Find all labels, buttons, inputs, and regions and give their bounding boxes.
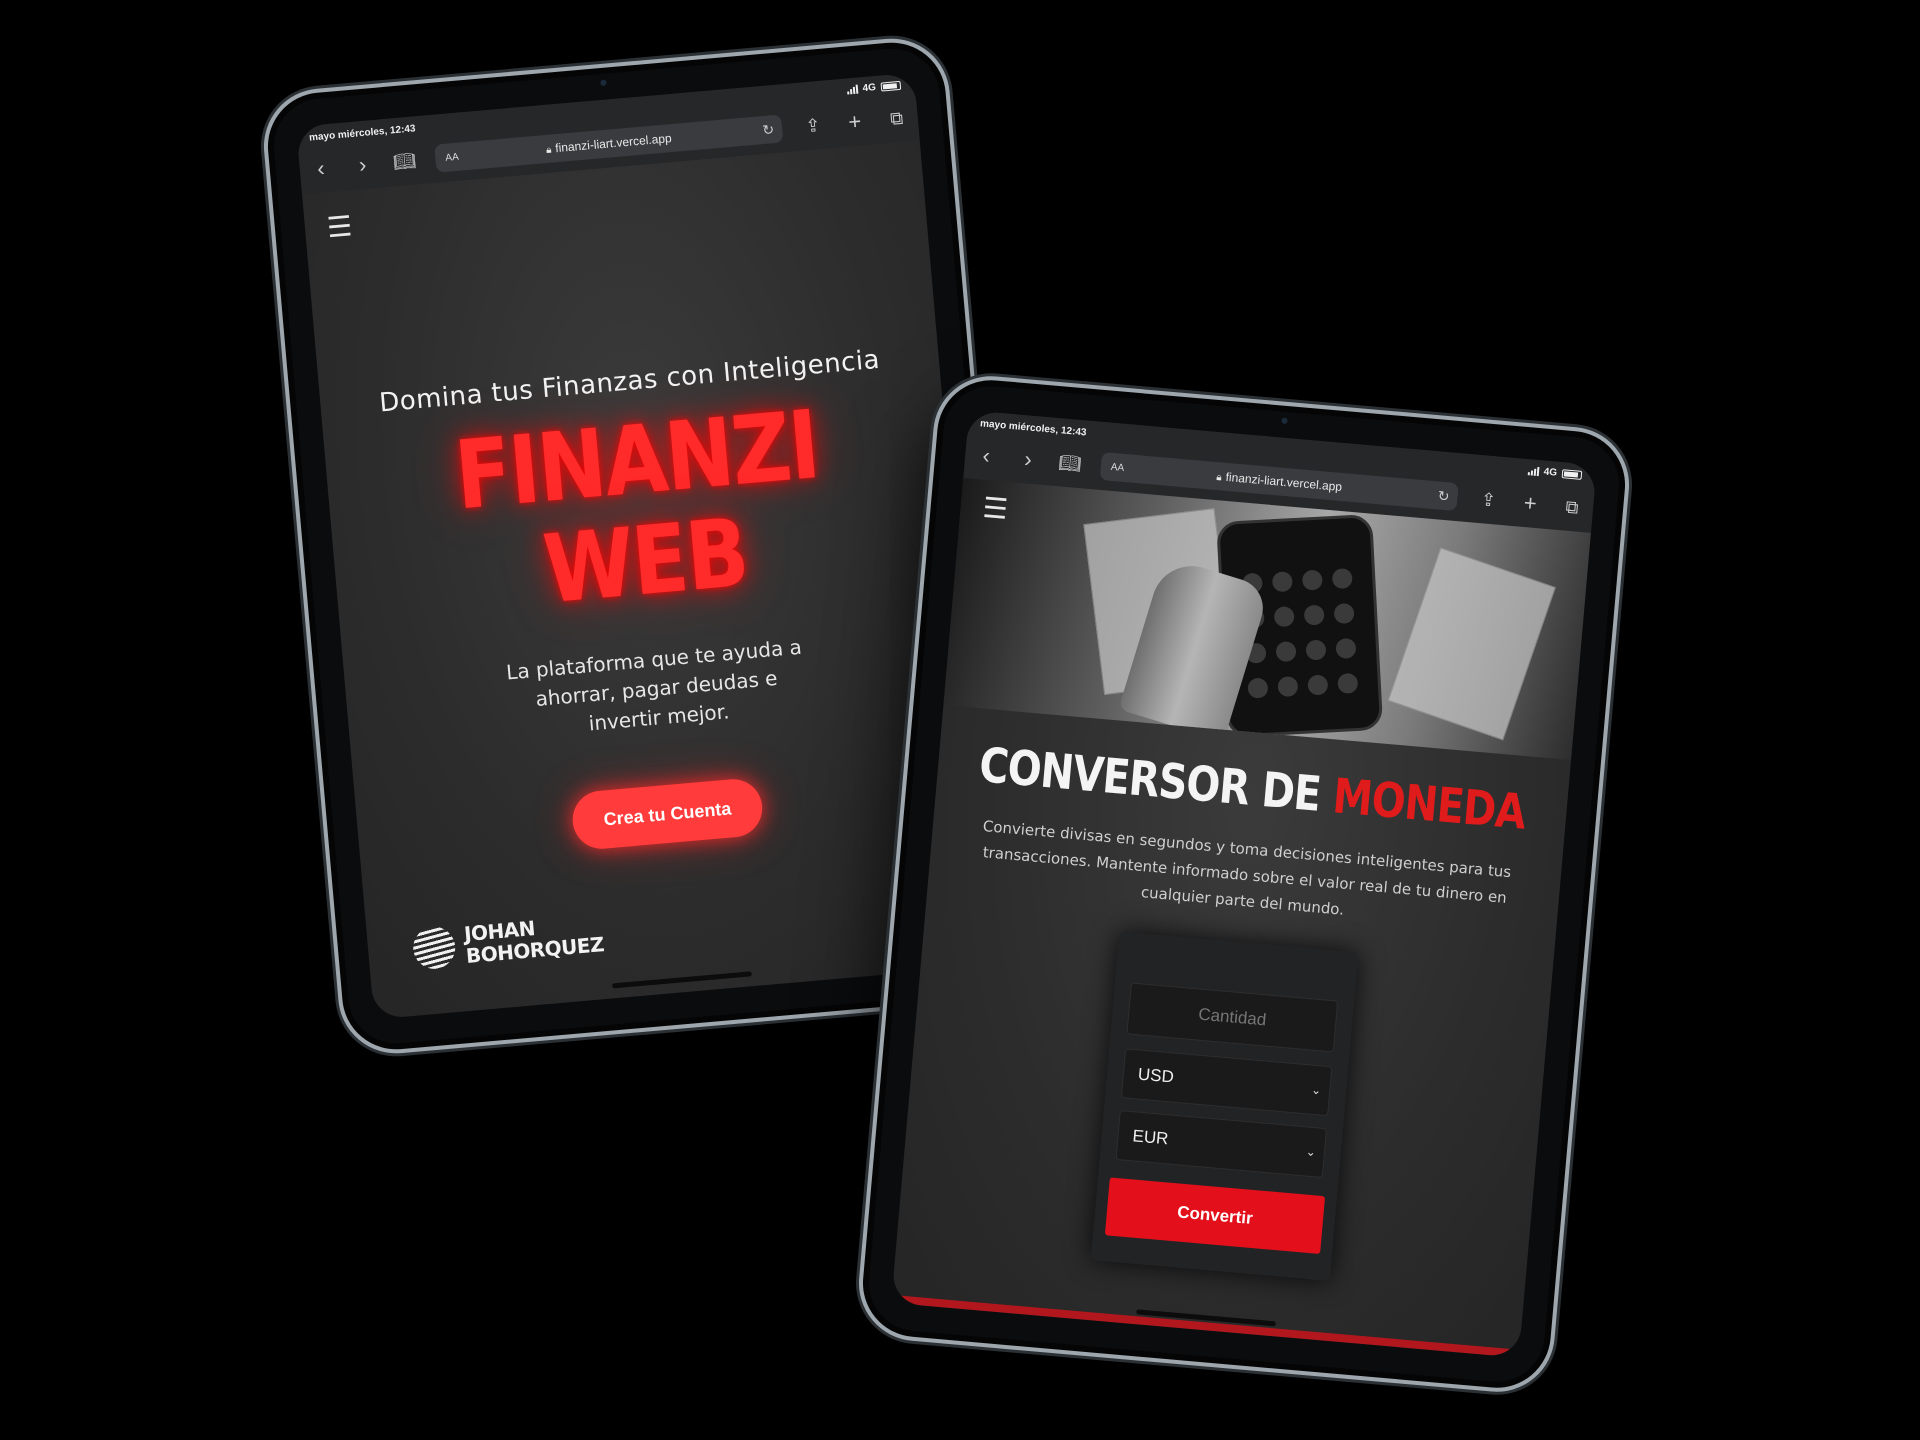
phone-key [1273, 606, 1295, 628]
url-label: finanzi-liart.vercel.app [554, 131, 673, 156]
phone-key [1307, 674, 1329, 696]
signal-icon [1527, 466, 1540, 477]
from-currency-select[interactable]: USD ⌄ [1120, 1048, 1333, 1117]
landing-page: ☰ Domina tus Finanzas con Inteligencia F… [302, 140, 992, 1019]
network-label: 4G [1543, 466, 1558, 479]
phone-key [1335, 637, 1357, 659]
front-camera [600, 79, 607, 87]
phone-key [1305, 639, 1327, 661]
text-size-button[interactable]: AA [445, 151, 459, 163]
to-currency-select[interactable]: EUR ⌄ [1115, 1110, 1328, 1178]
hero-title: FINANZI WEB [323, 384, 958, 640]
chevron-down-icon: ⌄ [1305, 1144, 1317, 1160]
bookmarks-icon[interactable]: 📖︎ [1048, 443, 1093, 483]
menu-icon[interactable]: ☰ [326, 209, 354, 244]
tabs-icon[interactable]: ⧉ [874, 99, 919, 139]
converter-title-part1: CONVERSOR DE [977, 737, 1323, 823]
brand-name: JOHAN BOHORQUEZ [463, 911, 605, 968]
from-currency-value: USD [1137, 1064, 1175, 1087]
phone-key [1303, 604, 1325, 626]
lock-icon: 🔒︎ [1215, 472, 1223, 484]
photo-paper [1387, 547, 1556, 741]
converter-page: ☰ CONVERSOR DE MONEDA Convierte divisas … [891, 477, 1591, 1358]
status-indicators: 4G [846, 80, 902, 96]
new-tab-icon[interactable]: + [1508, 484, 1553, 524]
phone-key [1333, 603, 1355, 625]
phone-key [1337, 672, 1359, 694]
back-icon[interactable]: ‹ [298, 149, 343, 189]
status-time: mayo miércoles, 12:43 [308, 123, 416, 144]
lock-icon: 🔒︎ [545, 144, 552, 157]
brand-logo: JOHAN BOHORQUEZ [411, 911, 605, 971]
front-camera [1281, 417, 1288, 425]
signal-icon [846, 84, 859, 95]
battery-icon [880, 80, 902, 92]
tablet-left-screen: mayo miércoles, 12:43 4G ‹ › 📖︎ AA 🔒︎ fin… [296, 72, 992, 1020]
forward-icon[interactable]: › [1006, 440, 1051, 480]
phone-key [1271, 571, 1293, 593]
convert-button[interactable]: Convertir [1104, 1177, 1326, 1255]
battery-icon [1561, 469, 1583, 480]
tabs-icon[interactable]: ⧉ [1550, 487, 1595, 527]
phone-key [1275, 641, 1297, 663]
phone-key [1301, 569, 1323, 591]
tablet-right: mayo miércoles, 12:43 4G ‹ › 📖︎ AA 🔒︎ fin… [854, 371, 1634, 1397]
reload-icon[interactable]: ↻ [762, 121, 775, 139]
phone-key [1277, 676, 1299, 698]
amount-input[interactable] [1126, 982, 1339, 1053]
network-label: 4G [862, 82, 877, 95]
create-account-button[interactable]: Crea tu Cuenta [570, 776, 765, 852]
share-icon[interactable]: ⇪ [1466, 480, 1511, 520]
phone-key [1247, 677, 1269, 699]
hero-description: La plataforma que te ayuda a ahorrar, pa… [505, 634, 803, 736]
bookmarks-icon[interactable]: 📖︎ [382, 142, 427, 182]
text-size-button[interactable]: AA [1110, 461, 1124, 473]
back-icon[interactable]: ‹ [964, 436, 1009, 476]
forward-icon[interactable]: › [340, 145, 385, 185]
share-icon[interactable]: ⇪ [791, 106, 836, 146]
phone-key [1331, 568, 1353, 590]
menu-icon[interactable]: ☰ [981, 491, 1009, 526]
reload-icon[interactable]: ↻ [1437, 487, 1450, 505]
brand-mark-icon [411, 925, 457, 971]
chevron-down-icon: ⌄ [1310, 1082, 1322, 1098]
converter-form: USD ⌄ EUR ⌄ Convertir [1090, 931, 1359, 1281]
new-tab-icon[interactable]: + [832, 102, 877, 142]
url-label: finanzi-liart.vercel.app [1225, 469, 1343, 495]
converter-title-part2: MONEDA [1330, 768, 1528, 841]
status-indicators: 4G [1527, 465, 1583, 481]
to-currency-value: EUR [1131, 1126, 1170, 1149]
tablet-right-screen: mayo miércoles, 12:43 4G ‹ › 📖︎ AA 🔒︎ fin… [891, 410, 1597, 1358]
status-time: mayo miércoles, 12:43 [979, 418, 1087, 439]
